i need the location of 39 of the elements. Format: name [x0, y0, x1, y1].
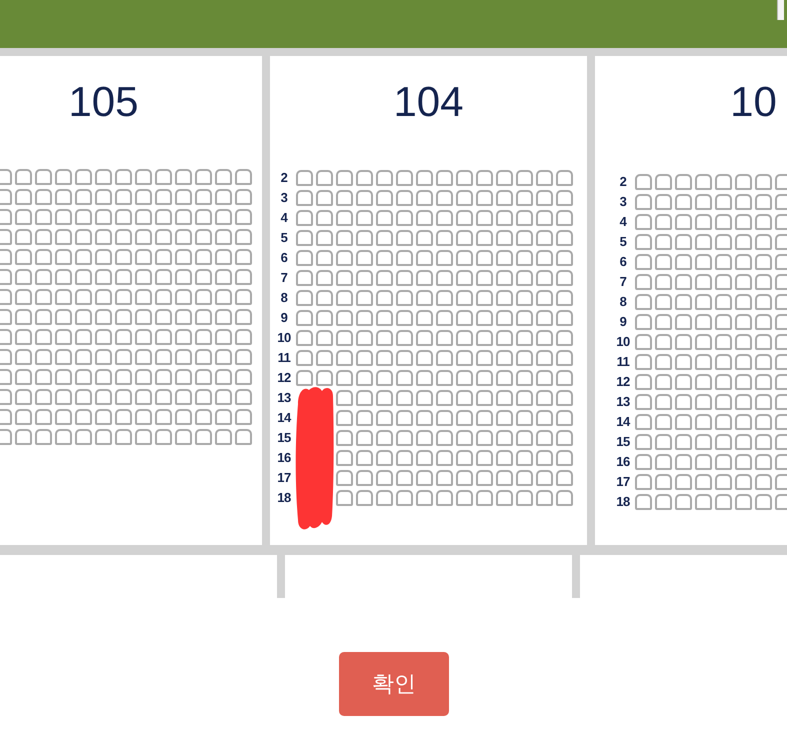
row-label: 9 — [280, 310, 288, 326]
row-label: 9 — [618, 314, 628, 330]
row-label: 6 — [280, 250, 288, 266]
section-title: 105 — [67, 81, 140, 123]
row-label: 7 — [280, 270, 288, 286]
row-label: 14 — [615, 414, 632, 430]
row-label: 8 — [280, 290, 288, 306]
section-title: 104 — [392, 81, 465, 123]
section-title: 10 — [729, 81, 778, 123]
row-label: 4 — [618, 214, 628, 230]
row-label: 10 — [615, 334, 631, 350]
row-label: 13 — [615, 394, 631, 410]
row-label: 3 — [280, 190, 288, 206]
row-label: 11 — [276, 350, 292, 366]
row-label: 8 — [618, 294, 628, 310]
confirm-button[interactable]: 확인 — [339, 652, 449, 716]
row-label: 13 — [276, 390, 292, 406]
row-label: 18 — [276, 490, 292, 506]
row-label: 16 — [276, 450, 292, 466]
row-label: 2 — [280, 170, 288, 186]
row-label: 4 — [280, 210, 289, 226]
row-label: 7 — [618, 274, 628, 290]
row-label: 12 — [276, 370, 292, 386]
row-label: 3 — [618, 194, 628, 210]
row-label: 16 — [615, 454, 631, 470]
row-label: 10 — [276, 330, 292, 346]
row-label: 6 — [618, 254, 628, 270]
row-label: 2 — [618, 174, 628, 190]
row-label: 5 — [280, 230, 288, 246]
row-label: 15 — [276, 430, 292, 446]
row-label: 5 — [618, 234, 628, 250]
row-label: 17 — [615, 474, 631, 490]
row-label: 12 — [615, 374, 631, 390]
header-edge-block — [777, 0, 784, 20]
row-label: 15 — [615, 434, 631, 450]
row-label: 11 — [616, 354, 630, 370]
row-label: 14 — [276, 410, 292, 426]
row-label: 17 — [276, 470, 292, 486]
row-label: 18 — [615, 494, 631, 510]
